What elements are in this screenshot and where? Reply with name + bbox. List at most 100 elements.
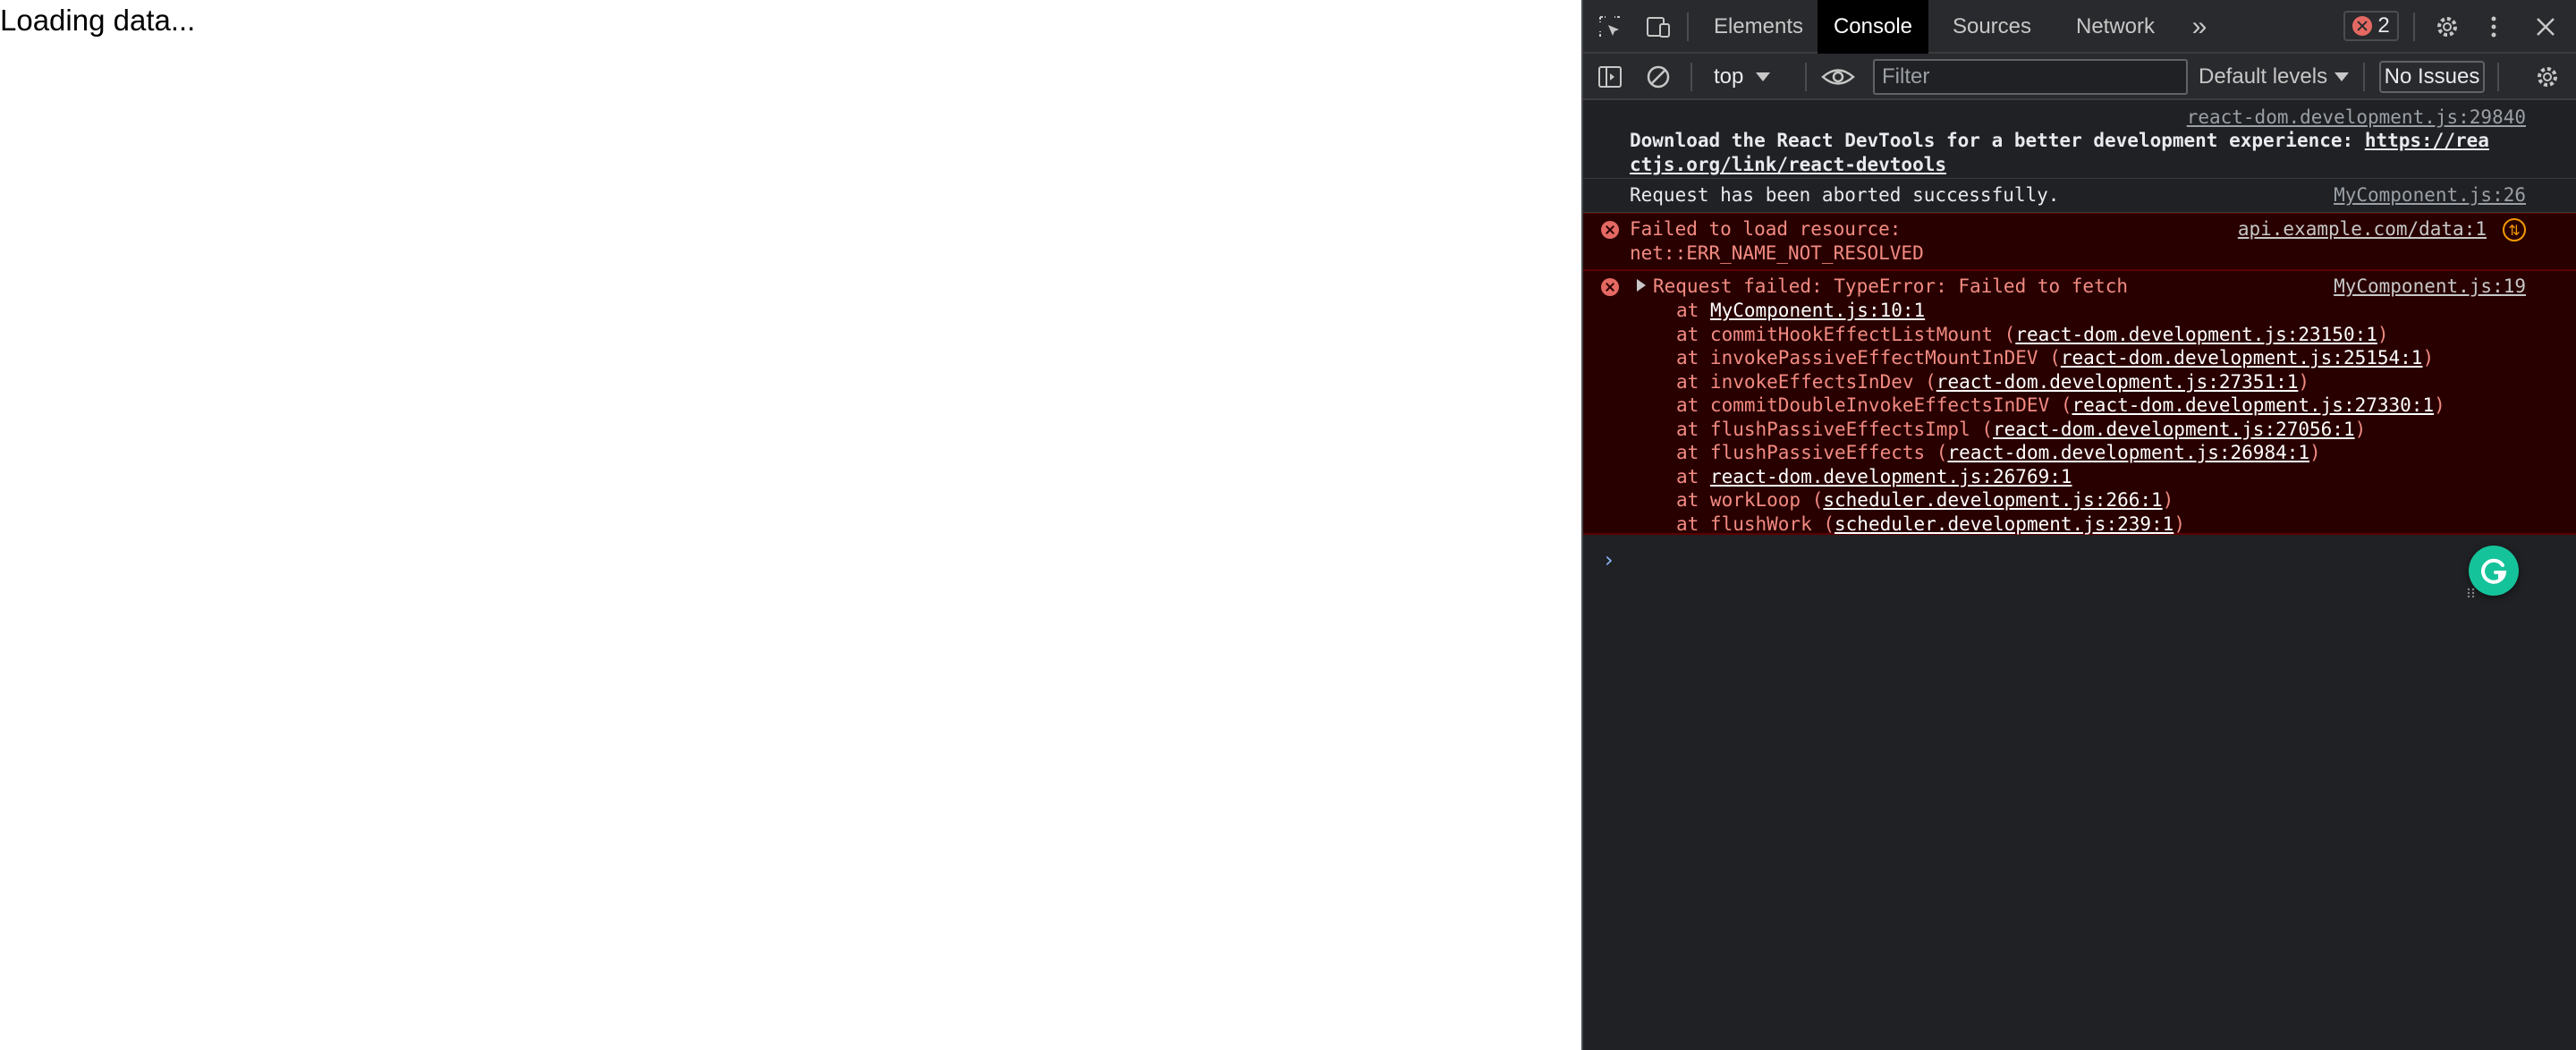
stack-frame-fn: at commitDoubleInvokeEffectsInDEV ( (1676, 394, 2072, 416)
stack-frame: at flushPassiveEffects (react-dom.develo… (1676, 441, 2445, 465)
error-icon (2352, 16, 2373, 36)
context-label: top (1714, 64, 1744, 89)
stack-frame-link[interactable]: react-dom.development.js:27330:1 (2072, 394, 2435, 416)
message-text-body: Download the React DevTools for a better… (1630, 130, 2365, 151)
toolbar-divider (2363, 63, 2365, 91)
expand-triangle-icon[interactable] (1637, 279, 1646, 292)
stack-frame: at invokePassiveEffectMountInDEV (react-… (1676, 346, 2445, 370)
stack-frame-fn: at flushWork ( (1676, 512, 1835, 535)
stack-frame-link[interactable]: react-dom.development.js:23150:1 (2015, 324, 2377, 345)
message-source-link[interactable]: react-dom.development.js:29840 (2187, 106, 2526, 130)
stack-frame-fn: at invokeEffectsInDev ( (1676, 370, 1936, 393)
tab-elements[interactable]: Elements (1699, 0, 1818, 54)
inspect-element-icon[interactable] (1594, 11, 1626, 43)
devtools-tabbar: Elements Console Sources Network » 2 (1583, 0, 2576, 54)
console-message-devtools-hint: react-dom.development.js:29840 Download … (1583, 102, 2576, 179)
stack-frame-close: ) (2434, 394, 2445, 416)
stack-frame-close: ) (2377, 323, 2389, 345)
stack-frame: at invokeEffectsInDev (react-dom.develop… (1676, 370, 2445, 394)
issues-button[interactable]: No Issues (2379, 61, 2485, 93)
stack-frame-fn: at (1676, 465, 1710, 487)
message-text: Download the React DevTools for a better… (1630, 129, 2524, 177)
sidebar-toggle-icon[interactable] (1594, 61, 1626, 93)
stack-trace: at MyComponent.js:10:1 at commitHookEffec… (1676, 299, 2445, 536)
grammarly-button[interactable] (2469, 546, 2519, 596)
stack-frame-close: ) (2309, 442, 2321, 463)
log-levels-label: Default levels (2199, 64, 2328, 89)
message-text: Request has been aborted successfully. (1630, 184, 2060, 206)
error-summary[interactable]: Request failed: TypeError: Failed to fet… (1637, 275, 2128, 299)
toolbar-divider (1690, 63, 1692, 91)
console-error-fetch: Request failed: TypeError: Failed to fet… (1583, 270, 2576, 535)
toolbar-divider (2413, 13, 2415, 41)
chevron-down-icon (1756, 72, 1771, 81)
message-source-link[interactable]: api.example.com/data:1 (2238, 217, 2487, 241)
console-messages: react-dom.development.js:29840 Download … (1583, 102, 2576, 535)
stack-frame: at flushWork (scheduler.development.js:2… (1676, 512, 2445, 537)
live-expression-eye-icon[interactable] (1818, 61, 1859, 93)
stack-frame: at react-dom.development.js:26769:1 (1676, 465, 2445, 489)
more-tabs-button[interactable]: » (2179, 0, 2220, 54)
tab-sources[interactable]: Sources (1932, 0, 2052, 54)
stack-frame-fn: at invokePassiveEffectMountInDEV ( (1676, 347, 2061, 368)
console-message-aborted: Request has been aborted successfully. M… (1583, 179, 2576, 213)
more-options-icon[interactable] (2478, 11, 2510, 43)
filter-input[interactable] (1873, 59, 2188, 95)
stack-frame: at workLoop (scheduler.development.js:26… (1676, 488, 2445, 512)
context-selector[interactable]: top (1714, 61, 1771, 93)
stack-frame-close: ) (2298, 370, 2310, 393)
stack-frame-close: ) (2162, 489, 2174, 511)
log-levels-dropdown[interactable]: Default levels (2199, 61, 2350, 93)
message-source-link[interactable]: MyComponent.js:26 (2334, 183, 2526, 207)
stack-frame-fn: at flushPassiveEffects ( (1676, 442, 1948, 463)
console-toolbar: top Default levels No Issues (1583, 54, 2576, 100)
stack-frame-fn: at flushPassiveEffectsImpl ( (1676, 418, 1994, 440)
console-settings-gear-icon[interactable] (2531, 61, 2563, 93)
stack-frame: at commitDoubleInvokeEffectsInDEV (react… (1676, 394, 2445, 418)
console-error-resource: Failed to load resource: net::ERR_NAME_N… (1583, 213, 2576, 270)
device-toolbar-icon[interactable] (1642, 11, 1674, 43)
react-devtools-link-cont[interactable]: ctjs.org/link/react-devtools (1630, 154, 1946, 175)
stack-frame-link[interactable]: scheduler.development.js:239:1 (1835, 513, 2174, 535)
drag-handle-icon[interactable] (2467, 587, 2476, 599)
error-x-icon (1601, 221, 1619, 239)
toolbar-divider (1687, 13, 1689, 41)
close-devtools-icon[interactable] (2529, 11, 2562, 43)
error-text-line2: net::ERR_NAME_NOT_RESOLVED (1630, 242, 1924, 264)
stack-frame-link[interactable]: react-dom.development.js:26769:1 (1710, 466, 2072, 487)
settings-gear-icon[interactable] (2431, 11, 2463, 43)
console-prompt-chevron-icon[interactable]: › (1605, 547, 1614, 572)
stack-frame-link[interactable]: react-dom.development.js:27056:1 (1993, 419, 2355, 440)
page-viewport: Loading data... (0, 0, 1581, 1050)
error-text: Request failed: TypeError: Failed to fet… (1653, 275, 2129, 297)
grammarly-g-icon (2481, 558, 2507, 584)
stack-frame-link[interactable]: react-dom.development.js:25154:1 (2061, 347, 2423, 368)
stack-frame-link[interactable]: MyComponent.js:10:1 (1710, 300, 1925, 321)
loading-text: Loading data... (0, 4, 196, 37)
clear-console-icon[interactable] (1642, 61, 1674, 93)
stack-frame-fn: at (1676, 300, 1710, 321)
toolbar-divider (2497, 63, 2499, 91)
stack-frame-fn: at workLoop ( (1676, 489, 1824, 511)
network-request-icon[interactable]: ⇅ (2503, 218, 2526, 241)
toolbar-divider (1805, 63, 1807, 91)
error-text-line1: Failed to load resource: (1630, 218, 1902, 240)
stack-frame: at MyComponent.js:10:1 (1676, 299, 2445, 323)
error-count: 2 (2377, 13, 2390, 38)
stack-frame-close: ) (2422, 347, 2435, 368)
stack-frame-link[interactable]: react-dom.development.js:27351:1 (1936, 371, 2299, 393)
stack-frame-link[interactable]: scheduler.development.js:266:1 (1823, 489, 2162, 511)
stack-frame-close: ) (2354, 418, 2367, 440)
stack-frame: at flushPassiveEffectsImpl (react-dom.de… (1676, 418, 2445, 442)
devtools-panel: Elements Console Sources Network » 2 top (1581, 0, 2576, 1050)
error-x-icon (1601, 278, 1619, 296)
message-source-link[interactable]: MyComponent.js:19 (2334, 275, 2526, 299)
error-count-badge[interactable]: 2 (2343, 11, 2399, 41)
chevron-down-icon (2334, 72, 2350, 81)
tab-console[interactable]: Console (1818, 0, 1928, 54)
tab-network[interactable]: Network (2052, 0, 2179, 54)
stack-frame: at commitHookEffectListMount (react-dom.… (1676, 323, 2445, 347)
stack-frame-link[interactable]: react-dom.development.js:26984:1 (1947, 442, 2309, 463)
stack-frame-fn: at commitHookEffectListMount ( (1676, 323, 2016, 345)
react-devtools-link[interactable]: https://rea (2365, 130, 2489, 151)
